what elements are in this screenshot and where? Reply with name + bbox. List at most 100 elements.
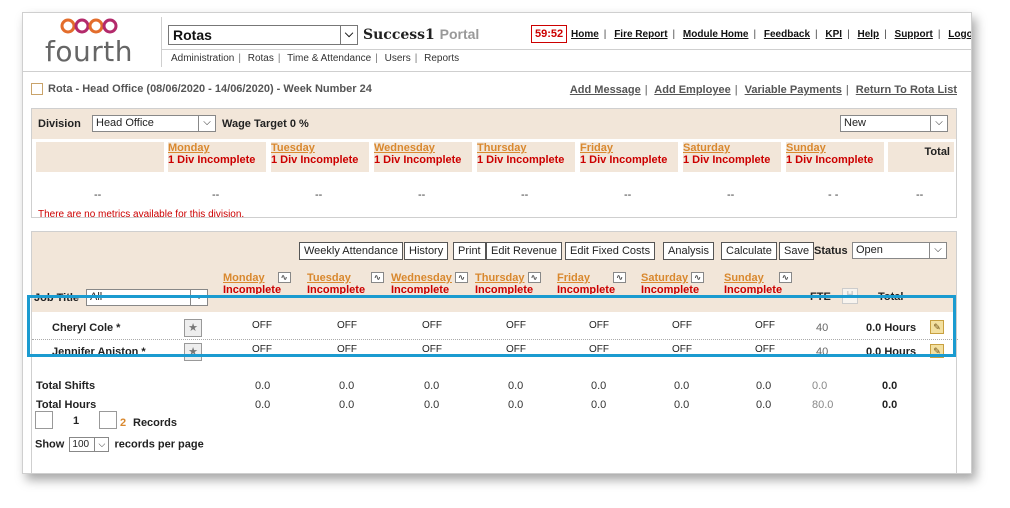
grid-day-sunday: Sunday ∿ Incomplete <box>724 272 792 294</box>
menu-administration[interactable]: Administration <box>171 53 234 64</box>
no-metrics-message: There are no metrics available for this … <box>38 209 245 220</box>
return-to-rota-list-link[interactable]: Return To Rota List <box>856 84 957 96</box>
person-icon[interactable]: ★ <box>184 319 202 337</box>
logo-rings-icon <box>60 18 118 34</box>
sub-menu: Administration | Rotas | Time & Attendance… <box>171 53 460 64</box>
fourth-logo[interactable]: fourth <box>37 15 157 69</box>
chevron-down-icon: ⌵ <box>930 116 947 131</box>
div-day-monday: Monday 1 Div Incomplete <box>168 142 266 172</box>
chevron-down-icon: ⌵ <box>94 438 108 451</box>
rota-actions: Add Message | Add Employee | Variable Paym… <box>569 84 957 96</box>
history-button[interactable]: History <box>404 242 449 260</box>
menu-rotas[interactable]: Rotas <box>248 53 274 64</box>
division-label: Division <box>38 118 81 130</box>
view-select[interactable]: New ⌵ <box>840 115 948 132</box>
chevron-down-icon: ⌵ <box>198 116 215 131</box>
division-panel: Division Head Office ⌵ Wage Target 0 % N… <box>31 108 957 220</box>
employee-name[interactable]: Cheryl Cole * <box>52 322 120 334</box>
menu-users[interactable]: Users <box>385 53 411 64</box>
weekly-attendance-button[interactable]: Weekly Attendance <box>299 242 403 260</box>
link-feedback[interactable]: Feedback <box>764 29 810 40</box>
add-employee-link[interactable]: Add Employee <box>654 84 730 96</box>
total-shifts-row: Total Shifts 0.0 0.0 0.0 0.0 0.0 0.0 0.0… <box>36 380 898 392</box>
person-icon[interactable]: ★ <box>184 343 202 361</box>
graph-icon[interactable]: ∿ <box>691 272 705 283</box>
chevron-down-icon: ⌵ <box>340 26 357 44</box>
calculate-button[interactable]: Calculate <box>721 242 777 260</box>
current-page: 1 <box>73 415 80 427</box>
rota-checkbox[interactable] <box>31 83 43 96</box>
module-select[interactable]: Rotas ⌵ <box>168 25 358 45</box>
metric-value: - - <box>828 189 839 201</box>
grid-day-thursday: Thursday ∿ Incomplete <box>475 272 541 294</box>
next-page-button[interactable] <box>99 411 117 429</box>
edit-note-icon[interactable]: ✎ <box>930 344 944 358</box>
metric-value: -- <box>315 189 323 201</box>
status-label: Status <box>814 245 848 257</box>
add-message-link[interactable]: Add Message <box>570 84 641 96</box>
div-day-friday: Friday 1 Div Incomplete <box>580 142 678 172</box>
metric-value: -- <box>727 189 735 201</box>
link-support[interactable]: Support <box>895 29 933 40</box>
session-timer: 59:52 <box>531 25 568 43</box>
metric-value: -- <box>521 189 529 201</box>
edit-fixed-costs-button[interactable]: Edit Fixed Costs <box>565 242 656 260</box>
job-title-select[interactable]: All ⌵ <box>86 289 208 306</box>
link-home[interactable]: Home <box>571 29 599 40</box>
graph-icon[interactable]: ∿ <box>527 272 541 283</box>
graph-icon[interactable]: ∿ <box>778 272 792 283</box>
metric-value: -- <box>212 189 220 201</box>
grid-day-tuesday: Tuesday ∿ Incomplete <box>307 272 384 294</box>
print-button[interactable]: Print <box>453 242 486 260</box>
wage-target: Wage Target 0 % <box>222 118 309 130</box>
div-day-saturday: Saturday 1 Div Incomplete <box>683 142 781 172</box>
grid-day-monday: Monday ∿ Incomplete <box>223 272 291 294</box>
grid-day-friday: Friday ∿ Incomplete <box>557 272 627 294</box>
metric-value: -- <box>94 189 102 201</box>
div-day-tuesday: Tuesday 1 Div Incomplete <box>271 142 369 172</box>
graph-icon[interactable]: ∿ <box>277 272 291 283</box>
division-select[interactable]: Head Office ⌵ <box>92 115 216 132</box>
div-day-wednesday: Wednesday 1 Div Incomplete <box>374 142 472 172</box>
grid-day-saturday: Saturday ∿ Incomplete <box>641 272 705 294</box>
edit-revenue-button[interactable]: Edit Revenue <box>486 242 563 260</box>
holiday-column-header: H <box>842 288 858 304</box>
menu-time-attendance[interactable]: Time & Attendance <box>287 53 371 64</box>
status-select[interactable]: Open ⌵ <box>852 242 947 259</box>
chevron-down-icon: ⌵ <box>190 290 207 305</box>
per-page-select[interactable]: 100 ⌵ <box>69 437 110 452</box>
total-header: Total <box>878 291 904 303</box>
analysis-button[interactable]: Analysis <box>663 242 714 260</box>
menu-reports[interactable]: Reports <box>424 53 459 64</box>
edit-note-icon[interactable]: ✎ <box>930 320 944 334</box>
table-row: Cheryl Cole * ★ OFF OFF OFF OFF OFF OFF … <box>32 317 958 339</box>
header: fourth Rotas ⌵ Success1 Portal 59:52 Hom… <box>23 13 971 72</box>
job-title-label: Job Title <box>34 292 80 304</box>
link-help[interactable]: Help <box>857 29 879 40</box>
first-page-button[interactable] <box>35 411 53 429</box>
div-day-thursday: Thursday 1 Div Incomplete <box>477 142 575 172</box>
graph-icon[interactable]: ∿ <box>613 272 627 283</box>
page-count: 2 <box>120 417 127 429</box>
link-module-home[interactable]: Module Home <box>683 29 749 40</box>
div-total-header: Total <box>888 142 954 172</box>
graph-icon[interactable]: ∿ <box>455 272 468 283</box>
chevron-down-icon: ⌵ <box>929 243 946 258</box>
rota-title: Rota - Head Office (08/06/2020 - 14/06/2… <box>31 83 372 96</box>
total-hours-row: Total Hours 0.0 0.0 0.0 0.0 0.0 0.0 0.0 … <box>36 399 898 411</box>
grid-day-wednesday: Wednesday ∿ Incomplete <box>391 272 468 294</box>
metric-value: -- <box>624 189 632 201</box>
top-links: Home | Fire Report | Module Home | Feedback… <box>571 29 971 40</box>
logo-text: fourth <box>45 35 133 68</box>
employee-name[interactable]: Jennifer Aniston * <box>52 346 146 358</box>
per-page-control: Show 100 ⌵ records per page <box>35 437 204 452</box>
link-fire-report[interactable]: Fire Report <box>614 29 667 40</box>
table-row: Jennifer Aniston * ★ OFF OFF OFF OFF OFF… <box>32 341 958 363</box>
link-logout[interactable]: Logout <box>948 29 971 40</box>
metric-value: -- <box>418 189 426 201</box>
fte-header: FTE <box>810 291 831 303</box>
variable-payments-link[interactable]: Variable Payments <box>745 84 842 96</box>
graph-icon[interactable]: ∿ <box>370 272 384 283</box>
save-button[interactable]: Save <box>779 242 815 260</box>
link-kpi[interactable]: KPI <box>825 29 842 40</box>
